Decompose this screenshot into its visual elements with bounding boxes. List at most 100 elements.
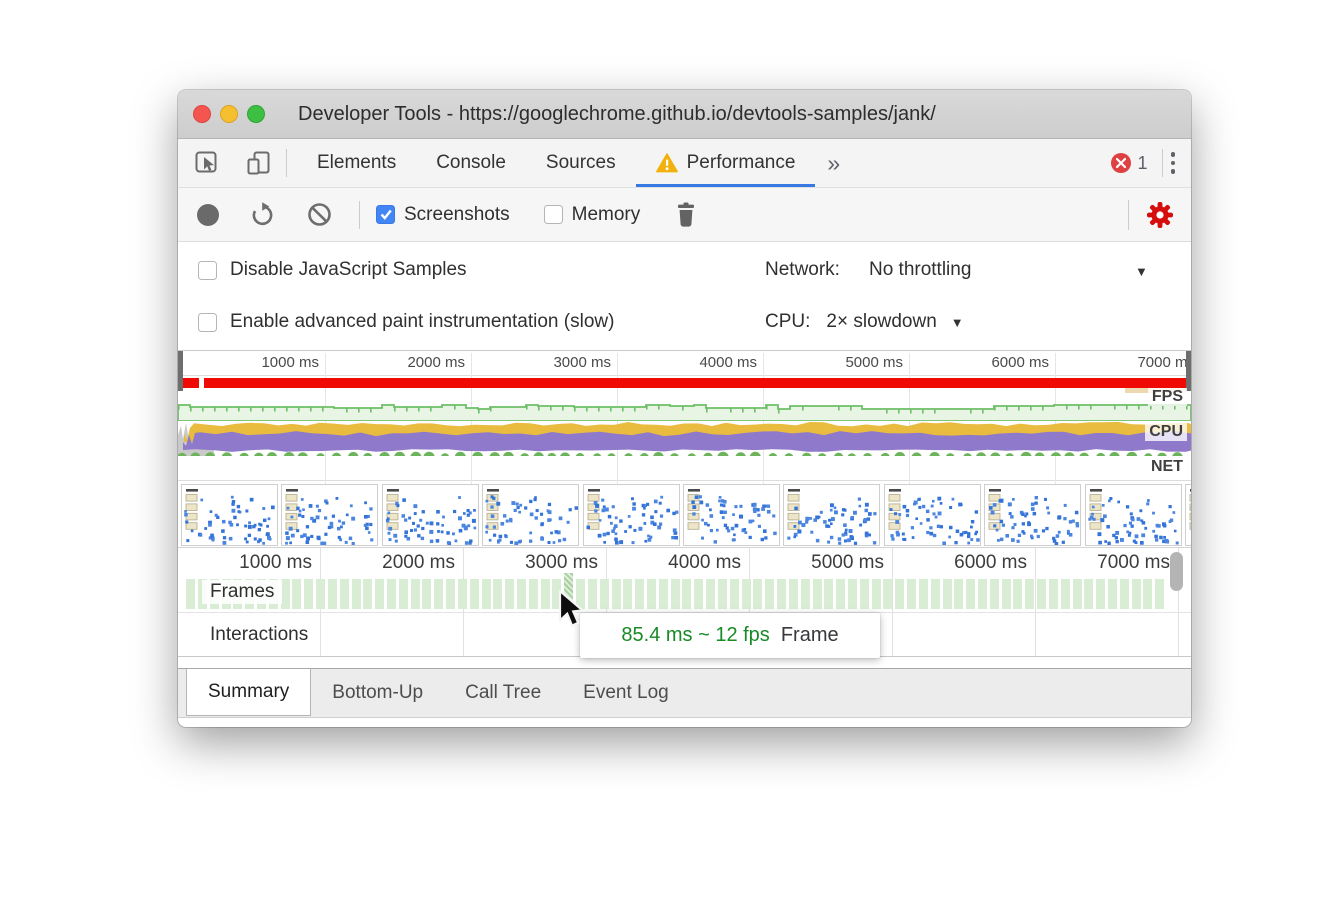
frame-bar[interactable] xyxy=(1155,579,1164,609)
frame-bar[interactable] xyxy=(895,579,904,609)
frame-bar[interactable] xyxy=(647,579,656,609)
frame-bar[interactable] xyxy=(990,579,999,609)
frame-bar[interactable] xyxy=(411,579,420,609)
advanced-paint-checkbox[interactable] xyxy=(198,313,217,332)
tab-call-tree[interactable]: Call Tree xyxy=(444,669,562,717)
frame-bar[interactable] xyxy=(422,579,431,609)
memory-label[interactable]: Memory xyxy=(572,204,641,226)
frame-bar[interactable] xyxy=(623,579,632,609)
frame-bar[interactable] xyxy=(931,579,940,609)
frame-bar[interactable] xyxy=(978,579,987,609)
frame-bar[interactable] xyxy=(316,579,325,609)
frame-bar[interactable] xyxy=(789,579,798,609)
tab-console[interactable]: Console xyxy=(416,139,526,187)
overview-right-handle[interactable] xyxy=(1186,351,1191,391)
tab-elements[interactable]: Elements xyxy=(297,139,416,187)
frame-bar[interactable] xyxy=(943,579,952,609)
frame-bar[interactable] xyxy=(954,579,963,609)
frame-bar[interactable] xyxy=(730,579,739,609)
frame-bar[interactable] xyxy=(742,579,751,609)
frame-bar[interactable] xyxy=(1049,579,1058,609)
frame-bar[interactable] xyxy=(399,579,408,609)
frame-bar[interactable] xyxy=(659,579,668,609)
frame-bar[interactable] xyxy=(801,579,810,609)
frame-bar[interactable] xyxy=(482,579,491,609)
frame-bar[interactable] xyxy=(292,579,301,609)
frame-bar[interactable] xyxy=(1073,579,1082,609)
filmstrip-screenshot[interactable] xyxy=(382,484,479,546)
frame-bar[interactable] xyxy=(635,579,644,609)
frame-bar[interactable] xyxy=(434,579,443,609)
frame-bar[interactable] xyxy=(706,579,715,609)
frame-bar[interactable] xyxy=(824,579,833,609)
frame-bar[interactable] xyxy=(363,579,372,609)
frame-bar[interactable] xyxy=(1013,579,1022,609)
cpu-dropdown-arrow[interactable]: ▼ xyxy=(951,315,964,330)
frame-bar[interactable] xyxy=(387,579,396,609)
tab-bottom-up[interactable]: Bottom-Up xyxy=(311,669,444,717)
trash-icon[interactable] xyxy=(674,201,698,228)
frame-bar[interactable] xyxy=(682,579,691,609)
frame-bar[interactable] xyxy=(848,579,857,609)
clear-icon[interactable] xyxy=(306,201,333,228)
screenshots-label[interactable]: Screenshots xyxy=(404,204,510,226)
filmstrip-screenshot[interactable] xyxy=(783,484,880,546)
frame-bar[interactable] xyxy=(505,579,514,609)
disable-js-samples-checkbox[interactable] xyxy=(198,261,217,280)
frame-bar[interactable] xyxy=(470,579,479,609)
kebab-menu-icon[interactable] xyxy=(1167,152,1192,174)
frame-bar[interactable] xyxy=(600,579,609,609)
frame-bar[interactable] xyxy=(1061,579,1070,609)
frame-bar[interactable] xyxy=(1120,579,1129,609)
disable-js-samples-label[interactable]: Disable JavaScript Samples xyxy=(230,259,467,281)
device-toolbar-icon[interactable] xyxy=(242,146,276,180)
memory-checkbox[interactable] xyxy=(544,205,563,224)
frame-bar[interactable] xyxy=(446,579,455,609)
frame-bar[interactable] xyxy=(836,579,845,609)
frame-bar[interactable] xyxy=(777,579,786,609)
advanced-paint-label[interactable]: Enable advanced paint instrumentation (s… xyxy=(230,311,614,333)
frame-bar[interactable] xyxy=(529,579,538,609)
frame-bar[interactable] xyxy=(340,579,349,609)
filmstrip-screenshot[interactable] xyxy=(1185,484,1191,546)
timeline-overview[interactable]: FPS CPU NET 1000 ms2000 ms3000 ms4000 ms… xyxy=(178,351,1191,548)
inspect-element-icon[interactable] xyxy=(190,146,224,180)
screenshots-checkbox[interactable] xyxy=(376,205,395,224)
more-tabs-button[interactable]: » xyxy=(815,150,852,177)
frame-bar[interactable] xyxy=(907,579,916,609)
frame-bar[interactable] xyxy=(1025,579,1034,609)
frame-bar[interactable] xyxy=(493,579,502,609)
frame-bar[interactable] xyxy=(352,579,361,609)
frame-bar[interactable] xyxy=(186,579,195,609)
frame-bar[interactable] xyxy=(1037,579,1046,609)
filmstrip-screenshot[interactable] xyxy=(1085,484,1182,546)
filmstrip-screenshot[interactable] xyxy=(181,484,278,546)
filmstrip-screenshot[interactable] xyxy=(583,484,680,546)
frame-bar[interactable] xyxy=(1084,579,1093,609)
gear-icon[interactable] xyxy=(1145,200,1175,230)
overview-left-handle[interactable] xyxy=(178,351,183,391)
frame-bar[interactable] xyxy=(517,579,526,609)
frame-bar[interactable] xyxy=(671,579,680,609)
frame-bar[interactable] xyxy=(883,579,892,609)
frame-bar[interactable] xyxy=(872,579,881,609)
zoom-window-button[interactable] xyxy=(247,105,265,123)
frame-bar[interactable] xyxy=(1132,579,1141,609)
tab-performance[interactable]: Performance xyxy=(636,139,816,187)
frame-bar[interactable] xyxy=(1002,579,1011,609)
record-button[interactable] xyxy=(197,204,219,226)
frame-bar[interactable] xyxy=(860,579,869,609)
close-window-button[interactable] xyxy=(193,105,211,123)
frame-bar[interactable] xyxy=(813,579,822,609)
frame-bar[interactable] xyxy=(1143,579,1152,609)
cpu-throttling-select[interactable]: 2× slowdown xyxy=(826,311,936,333)
frame-bar[interactable] xyxy=(765,579,774,609)
tab-sources[interactable]: Sources xyxy=(526,139,636,187)
frame-bar[interactable] xyxy=(1096,579,1105,609)
frame-bar[interactable] xyxy=(541,579,550,609)
frame-bar[interactable] xyxy=(718,579,727,609)
error-icon[interactable] xyxy=(1111,153,1131,173)
vertical-scrollbar-thumb[interactable] xyxy=(1170,552,1183,591)
filmstrip-screenshot[interactable] xyxy=(884,484,981,546)
network-dropdown-arrow[interactable]: ▼ xyxy=(1135,264,1148,279)
